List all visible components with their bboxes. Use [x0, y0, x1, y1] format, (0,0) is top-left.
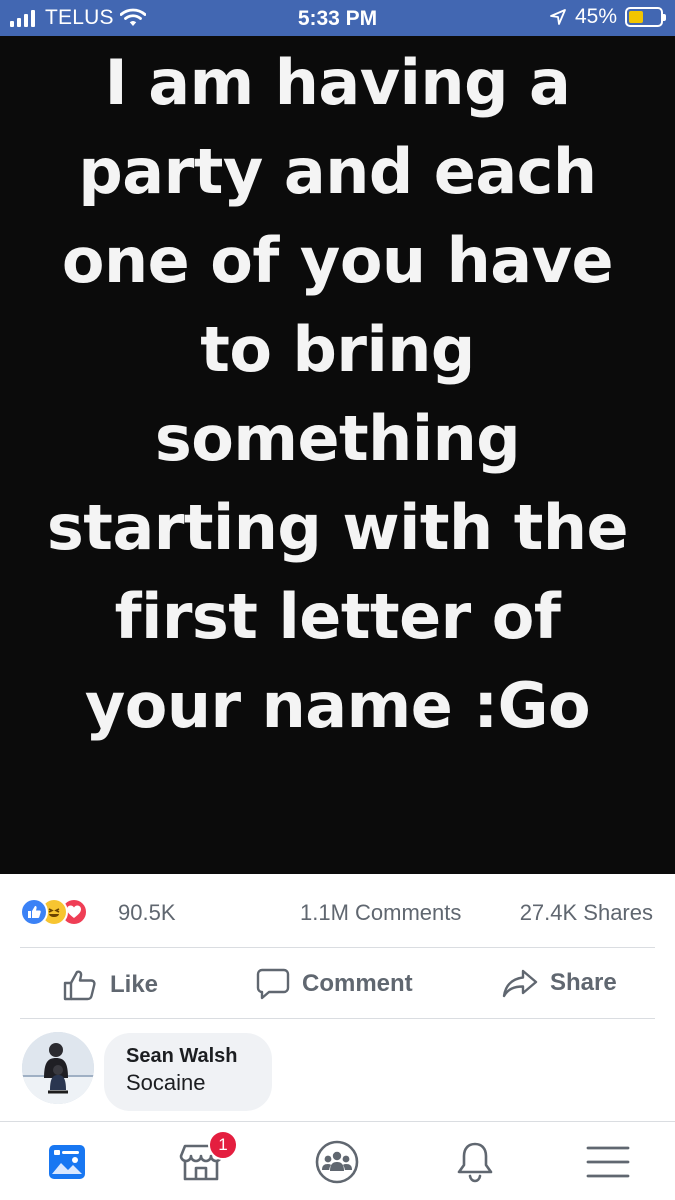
share-button[interactable]: Share [502, 968, 617, 998]
share-arrow-icon [502, 969, 538, 998]
news-feed-icon [49, 1145, 85, 1179]
like-button[interactable]: Like [62, 968, 158, 1002]
tab-news-feed[interactable] [42, 1138, 92, 1186]
battery-level [629, 11, 643, 23]
notifications-icon [457, 1142, 493, 1183]
comment-label: Comment [302, 970, 413, 997]
bottom-tab-bar: 1 [0, 1121, 675, 1200]
share-label: Share [550, 969, 617, 996]
status-right: 45% [549, 5, 666, 29]
status-bar: TELUS 5:33 PM 45% [0, 0, 675, 36]
tab-menu[interactable] [583, 1138, 633, 1186]
groups-icon [315, 1140, 359, 1184]
thumbs-up-icon [63, 970, 96, 1001]
reactions-summary: 90.5K 1.1M Comments 27.4K Shares [0, 875, 675, 947]
comment-bubble[interactable]: Sean Walsh Socaine [104, 1033, 272, 1111]
battery-icon [625, 7, 666, 27]
action-bar: Like Comment Share [0, 948, 675, 1018]
tab-notifications[interactable] [450, 1138, 500, 1186]
menu-icon [586, 1146, 630, 1178]
battery-percent: 45% [574, 5, 617, 28]
post-image[interactable]: I am having a party and each one of you … [0, 36, 675, 874]
comment-author[interactable]: Sean Walsh [126, 1043, 250, 1069]
divider [20, 1018, 655, 1019]
avatar[interactable] [22, 1032, 94, 1104]
comment-button[interactable]: Comment [256, 968, 413, 1000]
comment-item: Sean Walsh Socaine [0, 1020, 675, 1120]
like-icon [20, 898, 48, 926]
notification-badge: 1 [208, 1130, 238, 1160]
location-arrow-icon [550, 9, 566, 25]
like-label: Like [110, 971, 159, 998]
post-image-text: I am having a party and each one of you … [46, 46, 629, 742]
tab-marketplace[interactable]: 1 [176, 1130, 238, 1186]
comments-count[interactable]: 1.1M Comments [300, 900, 461, 926]
reaction-icons[interactable] [20, 898, 88, 926]
shares-count[interactable]: 27.4K Shares [520, 900, 653, 926]
reaction-count[interactable]: 90.5K [118, 900, 176, 926]
tab-groups[interactable] [312, 1138, 362, 1186]
comment-text: Socaine [126, 1070, 206, 1095]
comment-bubble-icon [256, 968, 290, 1000]
